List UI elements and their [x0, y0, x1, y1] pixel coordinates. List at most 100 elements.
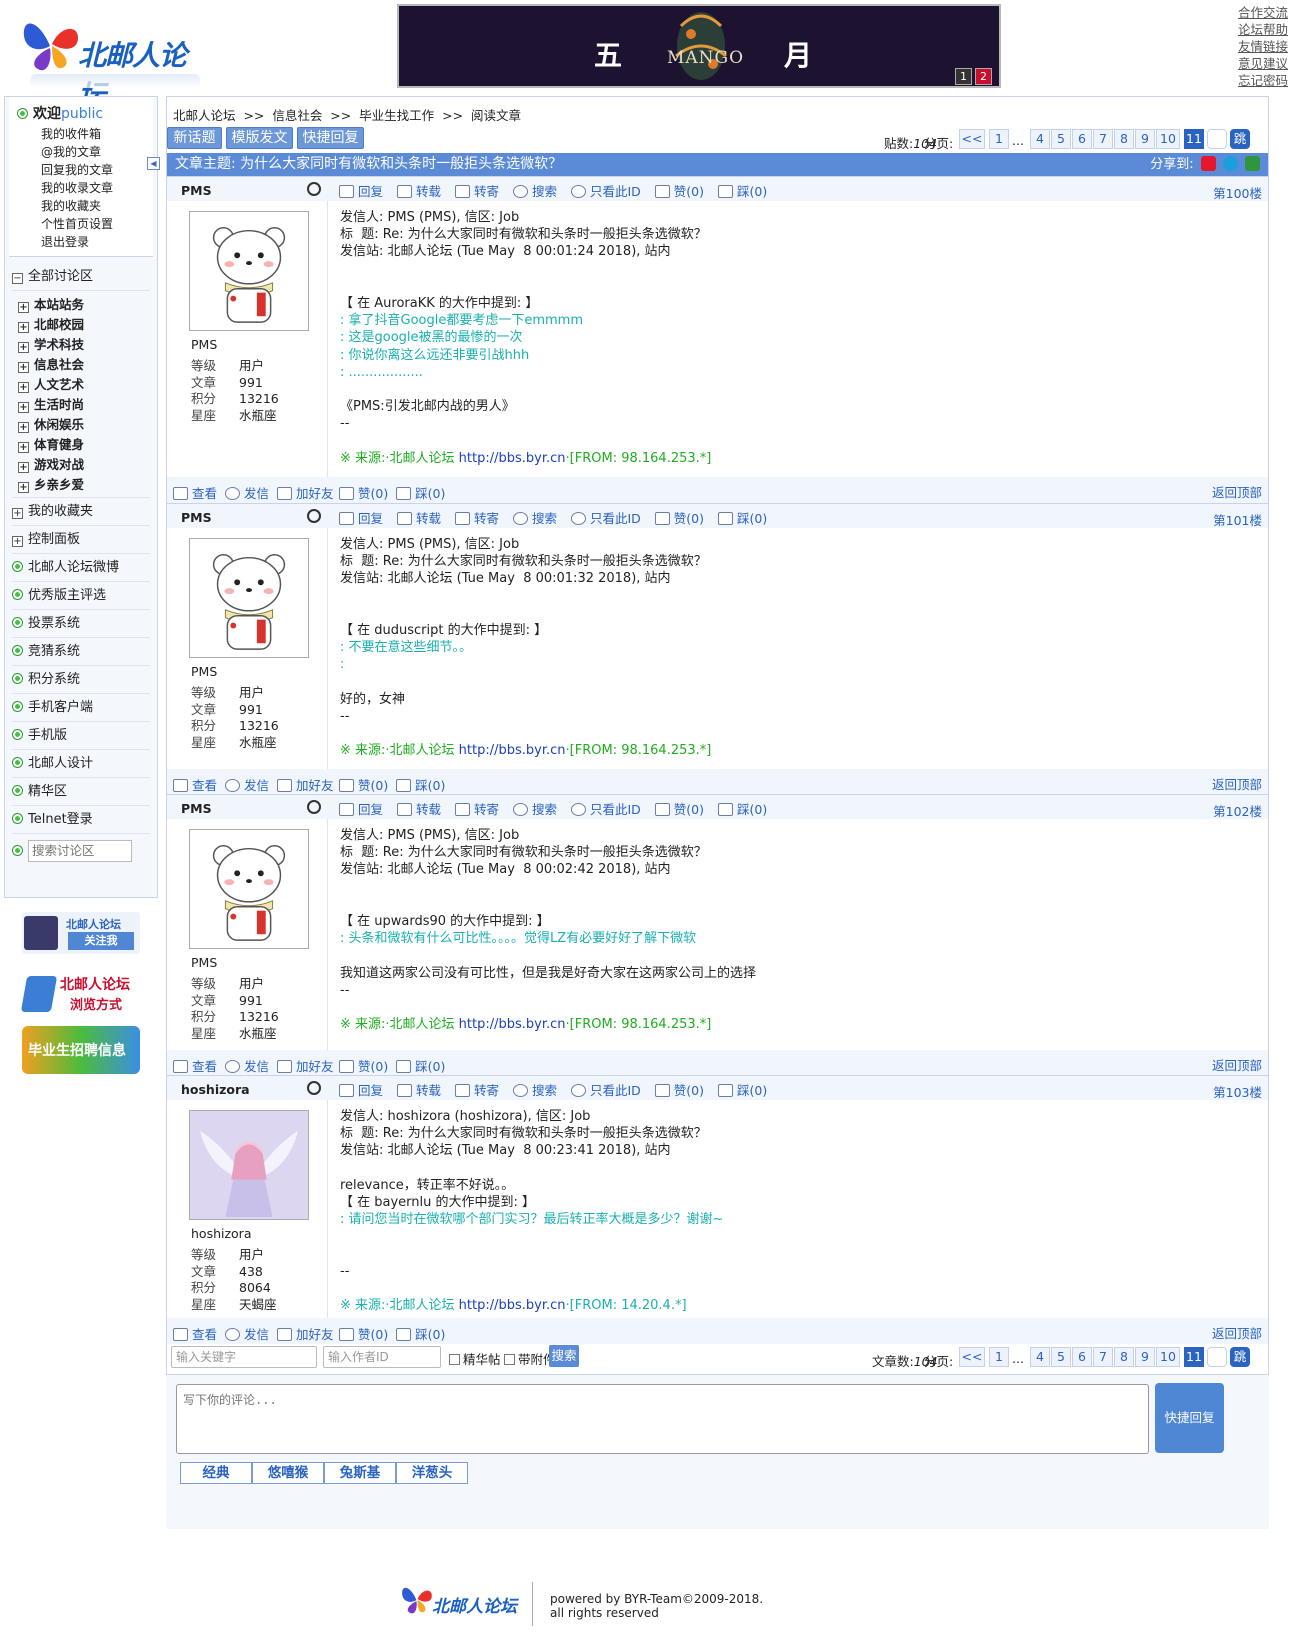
- search-action[interactable]: 搜索: [513, 511, 557, 526]
- nav-mobile-version[interactable]: 手机版: [12, 722, 150, 750]
- repost-action[interactable]: 转载: [397, 1083, 441, 1098]
- post-author[interactable]: PMS: [181, 183, 212, 198]
- cat-site-affairs[interactable]: + 本站站务: [12, 295, 150, 315]
- only-this-id-action[interactable]: 只看此ID: [571, 802, 641, 817]
- jump-button[interactable]: 跳: [1230, 129, 1250, 149]
- link-favorites[interactable]: 我的收藏夹: [17, 197, 153, 215]
- quick-reply-submit-button[interactable]: 快捷回复: [1155, 1383, 1224, 1453]
- banner-page-2[interactable]: 2: [975, 68, 992, 85]
- reply-textarea[interactable]: [176, 1384, 1149, 1454]
- nav-moderator-vote[interactable]: 优秀版主评选: [12, 582, 150, 610]
- floor-number[interactable]: 第101楼: [1213, 510, 1262, 529]
- forward-action[interactable]: 转寄: [455, 802, 499, 817]
- link-mentions[interactable]: @我的文章: [17, 143, 153, 161]
- page-1[interactable]: 1: [989, 129, 1009, 149]
- page-1[interactable]: 1: [989, 1347, 1009, 1367]
- back-to-top-link[interactable]: 返回顶部: [1212, 482, 1262, 501]
- page-6[interactable]: 6: [1072, 1347, 1092, 1367]
- emoticon-tab-youxihou[interactable]: 悠嘻猴: [252, 1462, 324, 1484]
- search-board-input[interactable]: [28, 839, 132, 862]
- view-user-action[interactable]: 查看: [173, 486, 217, 501]
- link-friends[interactable]: 友情链接: [1238, 38, 1288, 55]
- page-11-current[interactable]: 11: [1184, 1347, 1204, 1367]
- nav-mobile-client[interactable]: 手机客户端: [12, 694, 150, 722]
- like-action[interactable]: 赞(0): [654, 184, 704, 199]
- back-to-top-link[interactable]: 返回顶部: [1212, 1323, 1262, 1342]
- search-action[interactable]: 搜索: [513, 802, 557, 817]
- link-help[interactable]: 论坛帮助: [1238, 21, 1288, 38]
- nav-design[interactable]: 北邮人设计: [12, 750, 150, 778]
- like-action[interactable]: 赞(0): [339, 1059, 388, 1074]
- message-user-action[interactable]: 发信: [224, 1059, 269, 1074]
- cat-arts[interactable]: + 人文艺术: [12, 375, 150, 395]
- post-author[interactable]: PMS: [181, 510, 212, 525]
- reply-action[interactable]: 回复: [339, 184, 383, 199]
- promo-weibo-follow[interactable]: 北邮人论坛 关注我: [22, 912, 140, 954]
- floor-number[interactable]: 第102楼: [1213, 801, 1262, 820]
- nav-points-system[interactable]: 积分系统: [12, 666, 150, 694]
- source-link[interactable]: http://bbs.byr.cn: [459, 1017, 566, 1032]
- link-replies[interactable]: 回复我的文章: [17, 161, 153, 179]
- reply-action[interactable]: 回复: [339, 1083, 383, 1098]
- repost-action[interactable]: 转载: [397, 511, 441, 526]
- page-9[interactable]: 9: [1135, 1347, 1155, 1367]
- page-prev[interactable]: <<: [959, 129, 985, 149]
- page-9[interactable]: 9: [1135, 129, 1155, 149]
- back-to-top-link[interactable]: 返回顶部: [1212, 1055, 1262, 1074]
- view-user-action[interactable]: 查看: [173, 778, 217, 793]
- all-boards[interactable]: − 全部讨论区: [12, 268, 150, 291]
- jump-page-input[interactable]: [1207, 129, 1227, 149]
- dislike-action[interactable]: 踩(0): [396, 486, 445, 501]
- add-friend-action[interactable]: 加好友: [276, 1327, 333, 1342]
- message-user-action[interactable]: 发信: [224, 778, 269, 793]
- page-7[interactable]: 7: [1093, 1347, 1113, 1367]
- like-action[interactable]: 赞(0): [339, 1327, 388, 1342]
- page-10[interactable]: 10: [1156, 1347, 1180, 1367]
- search-action[interactable]: 搜索: [513, 1083, 557, 1098]
- cat-leisure[interactable]: + 休闲娱乐: [12, 415, 150, 435]
- source-link[interactable]: http://bbs.byr.cn: [459, 743, 566, 758]
- post-author[interactable]: PMS: [181, 801, 212, 816]
- repost-action[interactable]: 转载: [397, 802, 441, 817]
- avatar[interactable]: [189, 538, 309, 658]
- dislike-action[interactable]: 踩(0): [396, 778, 445, 793]
- page-7[interactable]: 7: [1093, 129, 1113, 149]
- like-action[interactable]: 赞(0): [654, 802, 704, 817]
- link-logout[interactable]: 退出登录: [17, 233, 153, 251]
- promo-job-info[interactable]: 毕业生招聘信息: [22, 1026, 140, 1074]
- nav-telnet[interactable]: Telnet登录: [12, 806, 150, 834]
- nav-favorites[interactable]: + 我的收藏夹: [12, 498, 150, 526]
- avatar[interactable]: [189, 829, 309, 949]
- link-collected[interactable]: 我的收录文章: [17, 179, 153, 197]
- jump-button[interactable]: 跳: [1230, 1347, 1250, 1367]
- site-logo[interactable]: 北邮人论坛: [20, 12, 200, 111]
- only-this-id-action[interactable]: 只看此ID: [571, 184, 641, 199]
- page-8[interactable]: 8: [1114, 129, 1134, 149]
- add-friend-action[interactable]: 加好友: [276, 1059, 333, 1074]
- add-friend-action[interactable]: 加好友: [276, 778, 333, 793]
- avatar[interactable]: [189, 211, 309, 331]
- dislike-action[interactable]: 踩(0): [718, 511, 767, 526]
- page-5[interactable]: 5: [1051, 1347, 1071, 1367]
- post-author[interactable]: hoshizora: [181, 1082, 250, 1097]
- forward-action[interactable]: 转寄: [455, 511, 499, 526]
- view-user-action[interactable]: 查看: [173, 1327, 217, 1342]
- cat-campus[interactable]: + 北邮校园: [12, 315, 150, 335]
- dislike-action[interactable]: 踩(0): [718, 802, 767, 817]
- nav-vote-system[interactable]: 投票系统: [12, 610, 150, 638]
- cat-lifestyle[interactable]: + 生活时尚: [12, 395, 150, 415]
- collapse-sidebar-icon[interactable]: ◀: [147, 157, 160, 170]
- reply-action[interactable]: 回复: [339, 802, 383, 817]
- forward-action[interactable]: 转寄: [455, 184, 499, 199]
- repost-action[interactable]: 转载: [397, 184, 441, 199]
- like-action[interactable]: 赞(0): [654, 1083, 704, 1098]
- dislike-action[interactable]: 踩(0): [396, 1327, 445, 1342]
- page-prev[interactable]: <<: [959, 1347, 985, 1367]
- dislike-action[interactable]: 踩(0): [718, 1083, 767, 1098]
- only-this-id-action[interactable]: 只看此ID: [571, 511, 641, 526]
- qzone-share-icon[interactable]: [1222, 156, 1238, 171]
- emoticon-tab-classic[interactable]: 经典: [180, 1462, 252, 1484]
- page-8[interactable]: 8: [1114, 1347, 1134, 1367]
- view-user-action[interactable]: 查看: [173, 1059, 217, 1074]
- floor-number[interactable]: 第100楼: [1213, 183, 1262, 202]
